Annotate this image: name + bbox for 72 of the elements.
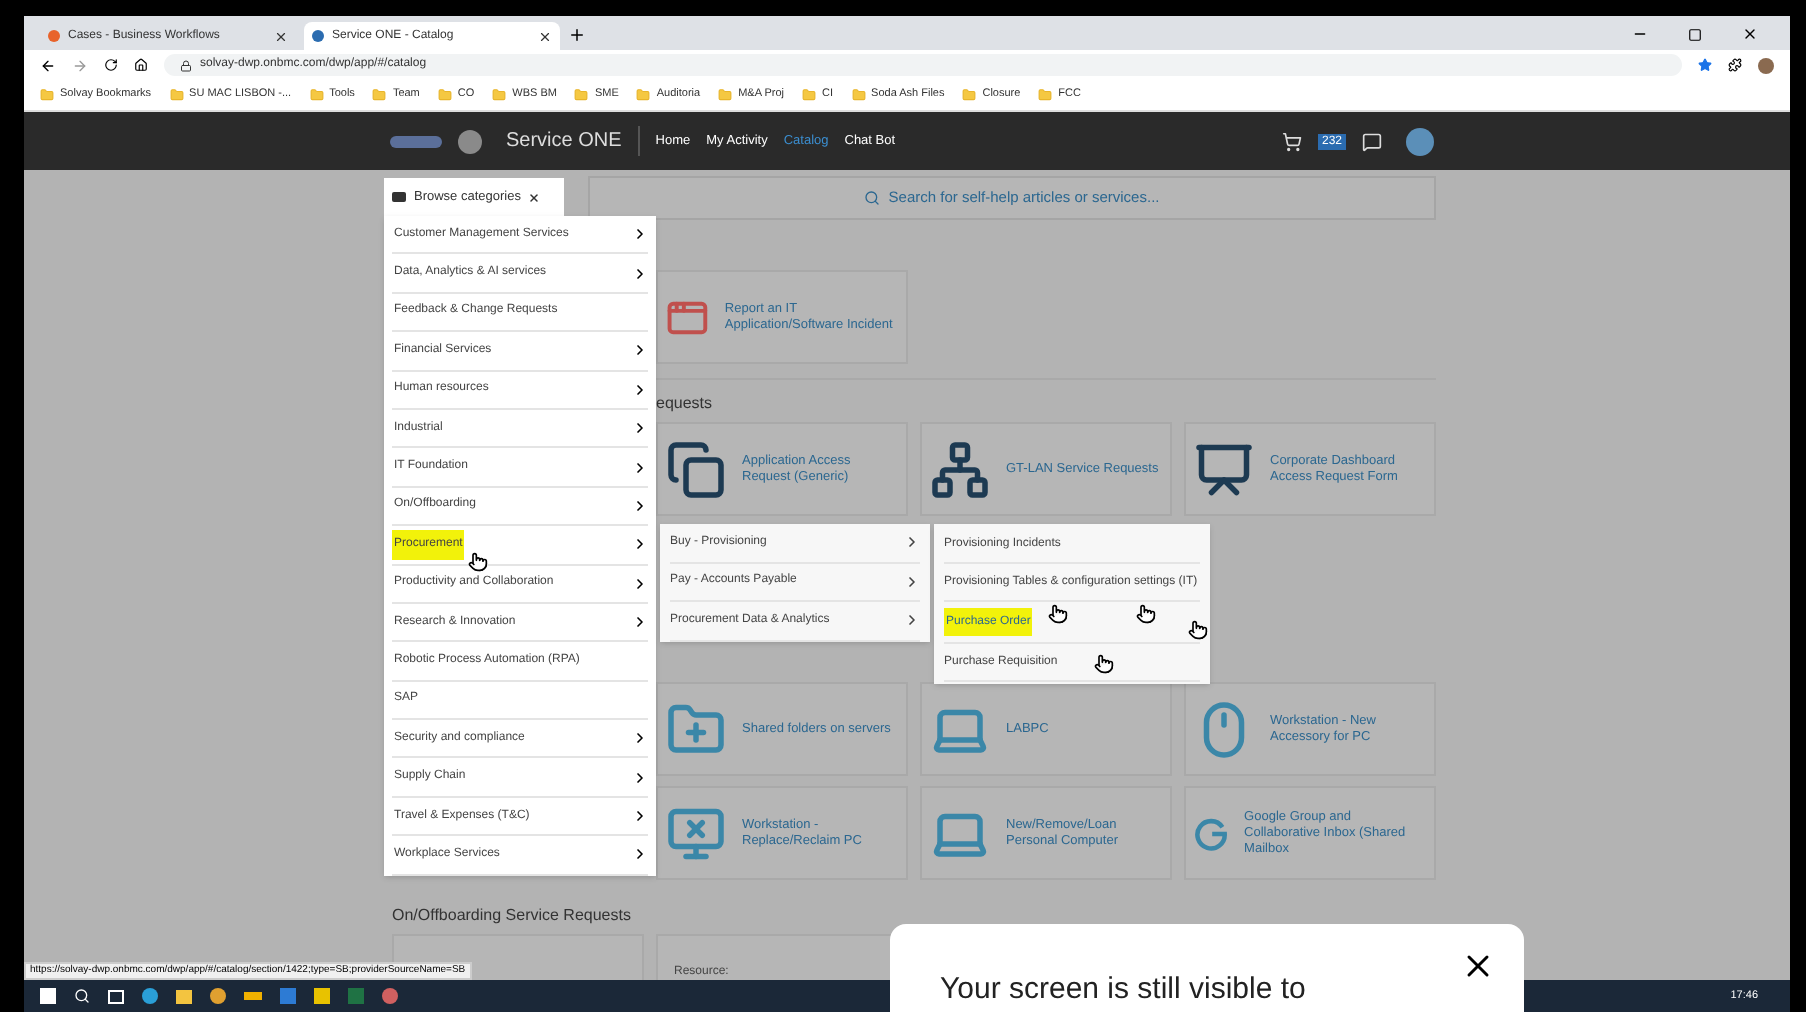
chevron-right-icon (632, 846, 648, 863)
app-icon[interactable] (382, 988, 398, 1004)
service-logo-icon (458, 129, 482, 153)
cart-icon[interactable] (1281, 131, 1302, 151)
search-icon[interactable] (74, 988, 90, 1004)
forward-icon[interactable] (72, 57, 88, 73)
reload-icon[interactable] (104, 58, 118, 72)
chevron-right-icon (632, 459, 648, 476)
tile-icon (666, 803, 726, 863)
maximize-icon[interactable] (1688, 28, 1702, 42)
lock-icon (180, 59, 192, 71)
folder-icon (309, 88, 324, 102)
folder-app-icon[interactable] (176, 989, 192, 1003)
tile-icon (930, 439, 990, 499)
chevron-right-icon (632, 226, 648, 243)
close-tab-icon[interactable] (274, 29, 288, 43)
folder-icon (851, 88, 866, 102)
chevron-right-icon (632, 497, 648, 514)
home-icon[interactable] (134, 58, 148, 72)
close-window-icon[interactable] (1742, 26, 1758, 42)
folder-icon (802, 88, 817, 102)
close-tab-icon[interactable] (538, 29, 552, 43)
folder-icon (492, 88, 507, 102)
user-avatar-icon[interactable] (1406, 127, 1434, 155)
tab-favicon-icon (312, 30, 324, 42)
hand-cursor-icon (1094, 654, 1114, 674)
chevron-right-icon (632, 769, 648, 786)
extensions-icon[interactable] (1728, 58, 1742, 72)
section-heading: On/Offboarding Service Requests (392, 904, 633, 928)
chevron-right-icon (904, 612, 920, 629)
logo-icon (390, 135, 442, 147)
chevron-right-icon (632, 730, 648, 747)
chat-icon[interactable] (1362, 131, 1382, 151)
profile-avatar-icon[interactable] (1758, 57, 1774, 73)
task-view-icon[interactable] (108, 989, 124, 1003)
folder-icon (437, 88, 452, 102)
folder-icon (962, 88, 977, 102)
bookmark-star-icon[interactable] (1698, 58, 1712, 72)
hand-cursor-icon (1136, 604, 1156, 624)
chevron-right-icon (632, 342, 648, 359)
tile-icon (666, 439, 726, 499)
chevron-right-icon (904, 534, 920, 551)
folder-icon (1038, 88, 1053, 102)
folder-icon (718, 88, 733, 102)
section-heading: equests (656, 392, 715, 416)
folder-icon (574, 88, 589, 102)
folder-icon (372, 88, 387, 102)
back-icon[interactable] (40, 57, 56, 73)
tile-icon (1194, 439, 1254, 499)
hand-cursor-icon (1048, 604, 1068, 624)
hand-cursor-icon (468, 552, 488, 572)
chevron-right-icon (904, 573, 920, 590)
folder-icon (636, 88, 651, 102)
chevron-right-icon (632, 420, 648, 437)
app-name: Service ONE (506, 126, 640, 156)
close-icon[interactable] (528, 191, 541, 203)
new-tab-icon[interactable] (568, 26, 586, 44)
folder-icon (169, 88, 184, 102)
notice-text: Your screen is still visible to (940, 972, 1306, 1008)
tile-icon (666, 699, 726, 759)
browser-app-icon[interactable] (142, 988, 158, 1004)
windows-start-icon[interactable] (40, 988, 56, 1004)
chevron-right-icon (632, 614, 648, 631)
folder-icon (40, 88, 54, 102)
chevron-right-icon (632, 536, 648, 553)
chevron-right-icon (632, 575, 648, 592)
tab-favicon-icon (48, 30, 60, 42)
chevron-right-icon (632, 808, 648, 825)
chevron-right-icon (632, 265, 648, 282)
browser-app-icon[interactable] (210, 988, 226, 1004)
search-icon (864, 190, 881, 206)
chevron-right-icon (632, 381, 648, 398)
